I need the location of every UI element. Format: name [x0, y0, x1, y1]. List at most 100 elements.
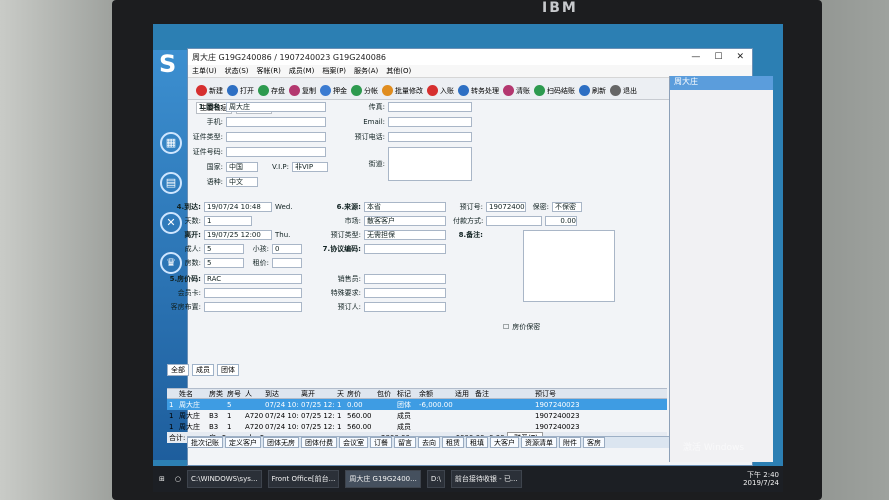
- bottom-tab[interactable]: 订餐: [370, 437, 392, 448]
- start-icon[interactable]: ⊞: [159, 475, 165, 483]
- bottom-tab[interactable]: 资源清单: [521, 437, 557, 448]
- rate-field[interactable]: RAC: [204, 274, 302, 284]
- taskbar-item[interactable]: 周大庄 G19G2400...: [345, 470, 421, 488]
- menu-item[interactable]: 状态(S): [225, 66, 249, 76]
- taskbar-clock[interactable]: 下午 2:40 2019/7/24: [743, 471, 783, 487]
- tab-all[interactable]: 全部: [167, 364, 189, 376]
- clock-date: 2019/7/24: [743, 479, 779, 487]
- child-field[interactable]: 0: [272, 244, 302, 254]
- cell: 团体: [397, 400, 411, 409]
- right-panel-title: 周大庄: [670, 76, 773, 90]
- table-row[interactable]: 1 周大庄 B3 1 A7202 07/24 10:48 07/25 12:00…: [167, 421, 667, 432]
- toolbar-clear-button[interactable]: 清账: [503, 82, 530, 99]
- col-header: 房类: [209, 389, 223, 398]
- cell: B3: [209, 422, 219, 431]
- email-row: Email:: [333, 117, 472, 127]
- table-row[interactable]: 1 周大庄 5 07/24 10:48 07/25 12:00 1 0.00 团…: [167, 399, 667, 410]
- tab-members[interactable]: 成员: [192, 364, 214, 376]
- name-field[interactable]: 周大庄: [226, 102, 326, 112]
- room-secret-checkbox[interactable]: ☐: [503, 323, 509, 331]
- protocol-row: 7.协议编码:: [317, 244, 446, 254]
- bed-field[interactable]: [272, 258, 302, 268]
- toolbar-scan-button[interactable]: 扫码结账: [534, 82, 575, 99]
- id-type-field[interactable]: [226, 132, 326, 142]
- adult-field[interactable]: 5: [204, 244, 244, 254]
- layout-field[interactable]: [204, 302, 302, 312]
- minimize-button[interactable]: —: [691, 52, 700, 62]
- taskbar-item[interactable]: C:\WINDOWS\sys...: [186, 470, 262, 488]
- menu-item[interactable]: 其他(O): [386, 66, 411, 76]
- col-header: 包价: [377, 389, 391, 398]
- bottom-tab[interactable]: 客房: [583, 437, 605, 448]
- cortana-icon[interactable]: ○: [175, 475, 181, 483]
- secret-field[interactable]: 不保密: [552, 202, 582, 212]
- booking-phone-field[interactable]: [388, 132, 472, 142]
- arrive-field[interactable]: 19/07/24 10:48: [204, 202, 272, 212]
- phone-field[interactable]: [226, 117, 326, 127]
- toolbar-batch-button[interactable]: 批量修改: [382, 82, 423, 99]
- booking-phone-label: 预订电话:: [354, 133, 385, 141]
- close-button[interactable]: ✕: [736, 52, 744, 62]
- vip-field[interactable]: 非VIP: [292, 162, 328, 172]
- email-field[interactable]: [388, 117, 472, 127]
- country-field[interactable]: 中国: [226, 162, 258, 172]
- menu-item[interactable]: 客帐(R): [257, 66, 281, 76]
- pay-field[interactable]: [486, 216, 542, 226]
- toolbar-open-button[interactable]: 打开: [227, 82, 254, 99]
- toolbar-split-button[interactable]: 分帐: [351, 82, 378, 99]
- bottom-tab[interactable]: 大客户: [490, 437, 519, 448]
- bottom-tab[interactable]: 租填: [466, 437, 488, 448]
- language-field[interactable]: 中文: [226, 177, 258, 187]
- bottom-tab[interactable]: 去向: [418, 437, 440, 448]
- special-row: 特殊要求:: [317, 288, 446, 298]
- menu-item[interactable]: 主单(U): [192, 66, 217, 76]
- card-field[interactable]: [204, 288, 302, 298]
- source-row: 6.来源: 本省: [317, 202, 446, 212]
- fax-label: 传真:: [368, 103, 385, 111]
- toolbar-save-button[interactable]: 存盘: [258, 82, 285, 99]
- bottom-tab[interactable]: 附件: [559, 437, 581, 448]
- market-field[interactable]: 散客客户: [364, 216, 446, 226]
- toolbar-transfer-button[interactable]: 转务处理: [458, 82, 499, 99]
- toolbar-copy-button[interactable]: 复制: [289, 82, 316, 99]
- address-field[interactable]: [388, 147, 472, 181]
- adult-row: 成人: 5 小孩: 0: [167, 244, 302, 254]
- table-row[interactable]: 1 周大庄 B3 1 A7201 07/24 10:48 07/25 12:00…: [167, 410, 667, 421]
- menu-item[interactable]: 档案(P): [322, 66, 346, 76]
- days-field[interactable]: 1: [204, 216, 252, 226]
- bottom-tab[interactable]: 留言: [394, 437, 416, 448]
- menu-item[interactable]: 成员(M): [289, 66, 315, 76]
- toolbar-deposit-button[interactable]: 押金: [320, 82, 347, 99]
- rooms-field[interactable]: 5: [204, 258, 244, 268]
- bottom-tab[interactable]: 团体无房: [263, 437, 299, 448]
- col-header: 人: [245, 389, 252, 398]
- remark-field[interactable]: [523, 230, 615, 302]
- bottom-tab[interactable]: 团体付费: [301, 437, 337, 448]
- toolbar-post-button[interactable]: 入账: [427, 82, 454, 99]
- toolbar-exit-button[interactable]: 退出: [610, 82, 637, 99]
- bottom-tab[interactable]: 租赁: [442, 437, 464, 448]
- maximize-button[interactable]: ☐: [714, 52, 722, 62]
- bottom-tab[interactable]: 会议室: [339, 437, 368, 448]
- menu-item[interactable]: 服务(A): [354, 66, 378, 76]
- bottom-tab[interactable]: 定义客户: [225, 437, 261, 448]
- taskbar-item[interactable]: Front Office[前台...: [267, 470, 340, 488]
- special-field[interactable]: [364, 288, 446, 298]
- depart-field[interactable]: 19/07/25 12:00: [204, 230, 272, 240]
- toolbar-refresh-button[interactable]: 刷新: [579, 82, 606, 99]
- name-row: 1.团名: 周大庄: [167, 102, 326, 112]
- cell: 560.00: [347, 422, 372, 431]
- booking-type-field[interactable]: 无需担保: [364, 230, 446, 240]
- taskbar-item[interactable]: D:\: [426, 470, 445, 488]
- sales-field[interactable]: [364, 274, 446, 284]
- tab-group[interactable]: 团体: [217, 364, 239, 376]
- toolbar-new-button[interactable]: 新建: [196, 82, 223, 99]
- fax-field[interactable]: [388, 102, 472, 112]
- taskbar-item[interactable]: 前台接待收银 - 已...: [450, 470, 522, 488]
- protocol-field[interactable]: [364, 244, 446, 254]
- booker-field[interactable]: [364, 302, 446, 312]
- col-header: 适用: [455, 389, 469, 398]
- source-field[interactable]: 本省: [364, 202, 446, 212]
- id-no-field[interactable]: [226, 147, 326, 157]
- bottom-tab[interactable]: 批次记账: [187, 437, 223, 448]
